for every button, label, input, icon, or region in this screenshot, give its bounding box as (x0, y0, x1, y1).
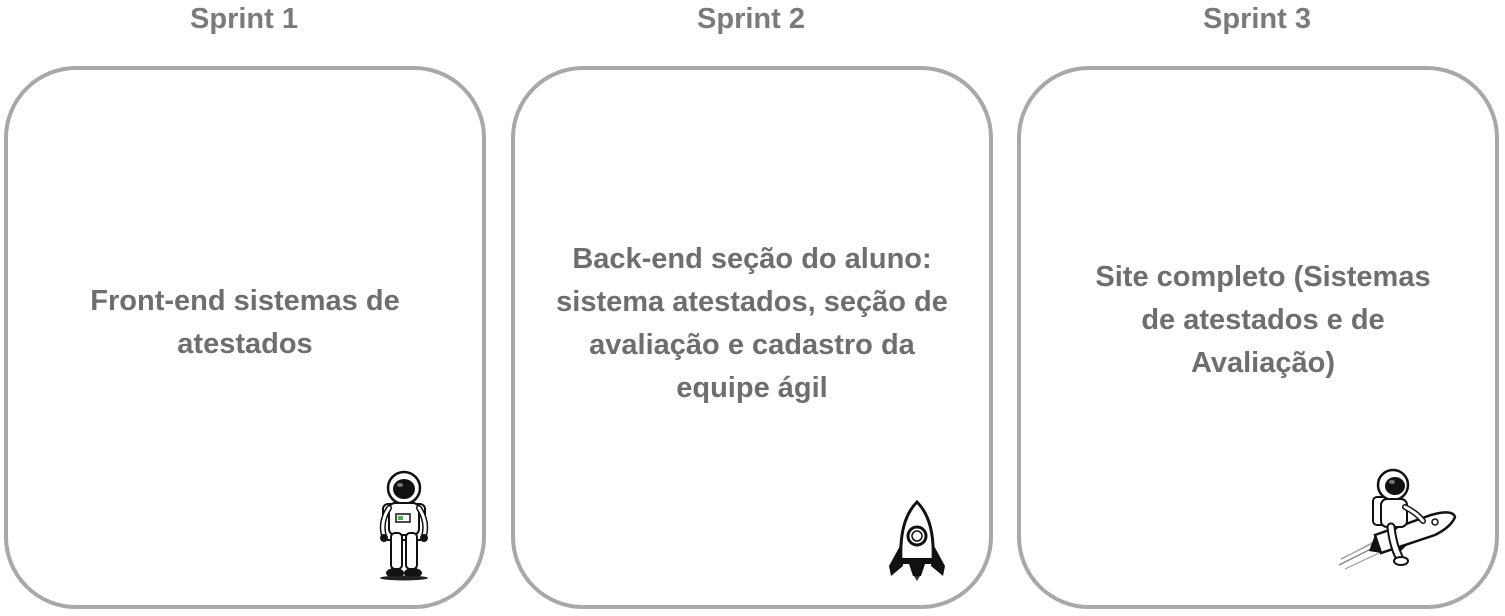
sprint-2-title: Sprint 2 (697, 3, 805, 35)
sprint-1-card: Front-end sistemas de atestados (4, 66, 486, 609)
astronaut-standing-icon (379, 470, 429, 581)
sprint-2-card: Back-end seção do aluno: sistema atestad… (511, 66, 993, 609)
sprint-3-card: Site completo (Sistemas de atestados e d… (1017, 66, 1499, 609)
sprint-1-title: Sprint 1 (190, 3, 298, 35)
astronaut-riding-rocket-icon (1338, 468, 1457, 570)
sprint-3-title: Sprint 3 (1203, 3, 1311, 35)
rocket-icon (889, 500, 945, 581)
